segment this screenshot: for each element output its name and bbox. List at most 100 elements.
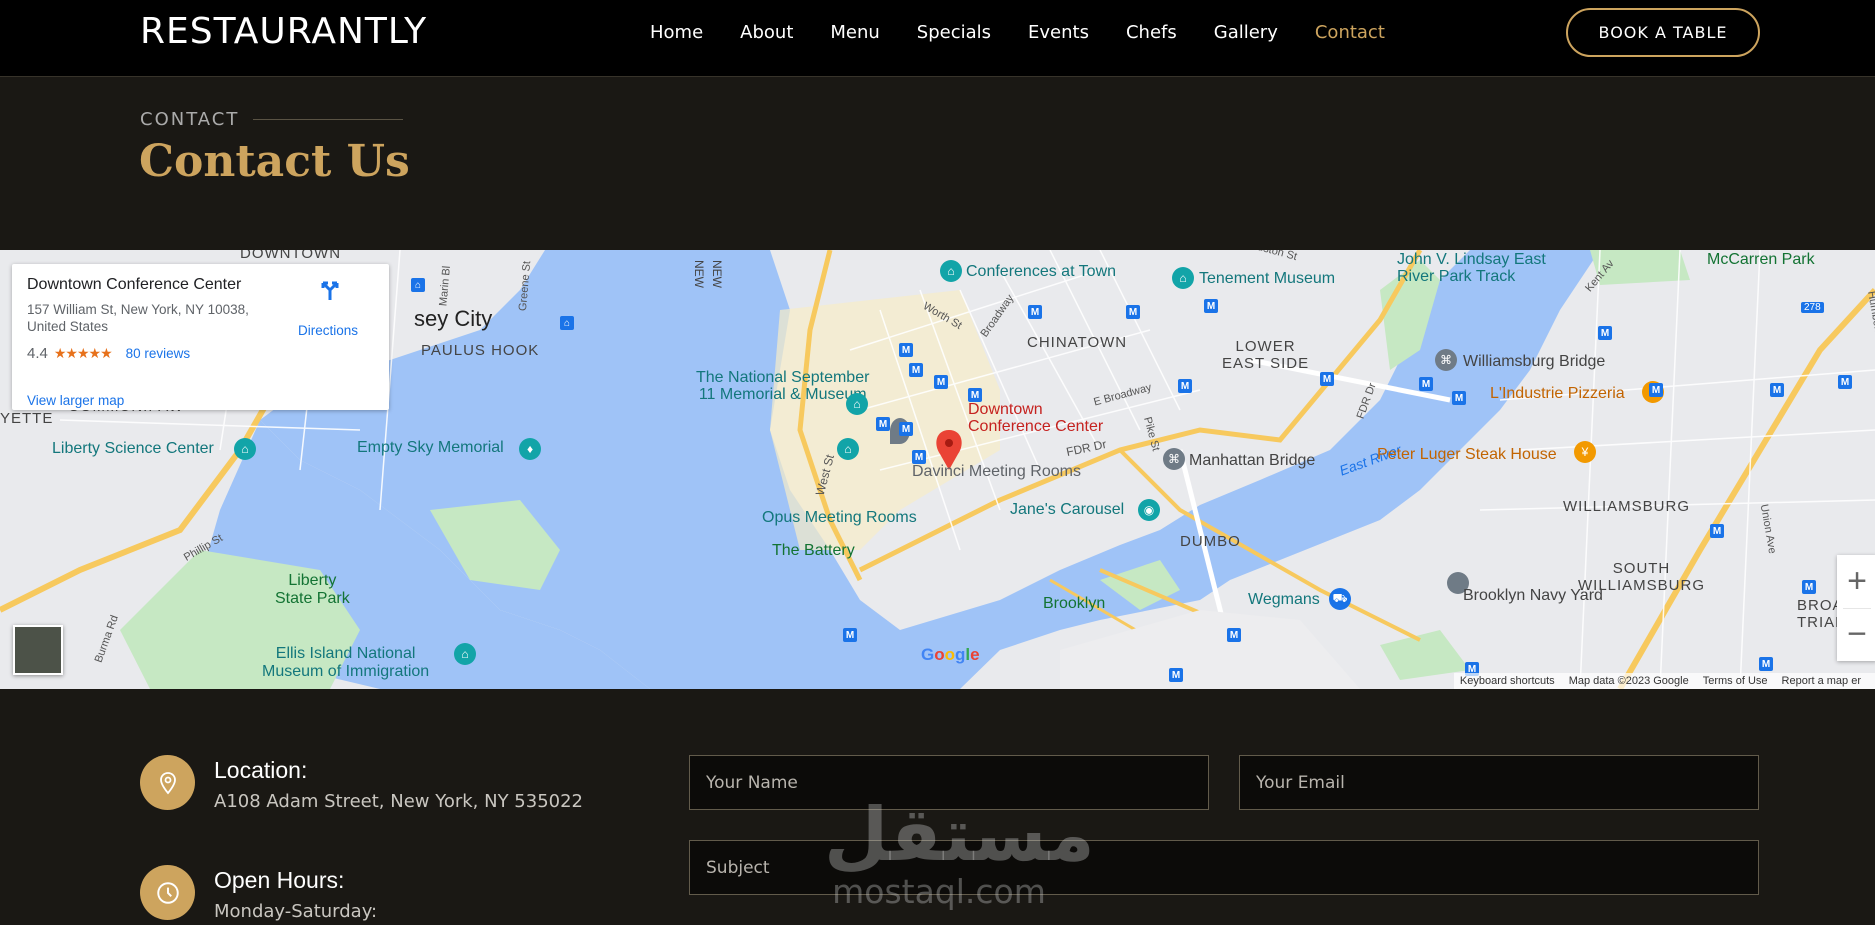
map-label-yette: YETTE (0, 410, 54, 427)
shopping-cart-icon: ⛟ (1329, 588, 1351, 610)
lindsay-line1: John V. Lindsay East (1397, 251, 1546, 268)
hours-text: Monday-Saturday: (214, 901, 378, 922)
report-error-link[interactable]: Report a map er (1782, 675, 1861, 687)
satellite-toggle[interactable] (13, 625, 63, 675)
metro-icon: M (934, 375, 948, 389)
memorial-line2: 11 Memorial & Museum (698, 386, 867, 403)
zoom-divider (1843, 608, 1871, 609)
email-input[interactable]: Your Email (1239, 755, 1759, 810)
map-label-peter-luger: Peter Luger Steak House (1377, 446, 1557, 463)
page-title: Contact Us (139, 136, 410, 187)
monument-icon: ♦ (519, 438, 541, 460)
metro-icon: M (843, 628, 857, 642)
map-label-davinci: Davinci Meeting Rooms (912, 463, 1081, 480)
map-label-opus: Opus Meeting Rooms (762, 509, 917, 526)
map-label-liberty-park: Liberty State Park (275, 572, 350, 608)
memorial-line1: The National September (696, 369, 870, 386)
map-label-lindustrie: L'Industrie Pizzeria (1490, 385, 1625, 402)
south-w-line1: SOUTH (1612, 560, 1671, 577)
metro-icon: M (899, 343, 913, 357)
brand-logo[interactable]: RESTAURANTLY (140, 11, 427, 52)
museum-icon: ⌂ (846, 393, 868, 415)
camera-icon: ◉ (1138, 499, 1160, 521)
place-address: 157 William St, New York, NY 10038, Unit… (27, 302, 249, 334)
map-data-text: Map data ©2023 Google (1568, 675, 1689, 687)
map-label-lindsay-park: John V. Lindsay East River Park Track (1397, 251, 1546, 285)
metro-icon: M (876, 417, 890, 431)
keyboard-shortcuts-link[interactable]: Keyboard shortcuts (1460, 675, 1555, 687)
metro-icon: M (1028, 305, 1042, 319)
metro-icon: M (1710, 524, 1724, 538)
map-label-battery: The Battery (772, 542, 855, 559)
map-label-lower-east-side: LOWER EAST SIDE (1222, 338, 1309, 372)
zoom-controls: + − (1837, 555, 1875, 661)
map-label-ny-1: NEW (692, 260, 706, 288)
section-subtitle: CONTACT (140, 109, 404, 130)
book-table-button[interactable]: BOOK A TABLE (1566, 8, 1760, 57)
bridge-icon: ⌘ (1163, 448, 1185, 470)
nav-gallery[interactable]: Gallery (1214, 20, 1278, 46)
map-attribution: Keyboard shortcuts Map data ©2023 Google… (1453, 673, 1875, 689)
map-label-conferences: Conferences at Town (966, 263, 1117, 280)
bridge-icon: ⌘ (1435, 349, 1457, 371)
map-label-tenement: Tenement Museum (1199, 270, 1336, 287)
directions-link[interactable]: Directions (298, 323, 358, 338)
zoom-out-button[interactable]: − (1837, 608, 1875, 661)
reviews-link[interactable]: 80 reviews (126, 346, 191, 361)
ellis-line1: Ellis Island National (275, 645, 416, 662)
museum-icon: ⌂ (1172, 267, 1194, 289)
metro-icon: M (1452, 391, 1466, 405)
map-label-brooklyn: Brooklyn (1043, 595, 1106, 612)
map-label-jersey-city: sey City (414, 306, 493, 331)
location-pin-icon (140, 755, 195, 810)
museum-icon: ⌂ (454, 643, 476, 665)
nav-home[interactable]: Home (650, 20, 703, 46)
metro-icon: M (899, 422, 913, 436)
nav-about[interactable]: About (740, 20, 793, 46)
nav-specials[interactable]: Specials (917, 20, 991, 46)
place-name: Downtown Conference Center (27, 276, 242, 293)
watermark: مستقل mostaql.com (824, 795, 1095, 925)
nav-contact[interactable]: Contact (1315, 20, 1385, 46)
map-embed[interactable]: sey City PAULUS HOOK COMMUNIPAW YETTE DO… (0, 250, 1875, 689)
directions-icon[interactable] (318, 278, 342, 302)
map-label-south-williamsburg: SOUTH WILLIAMSBURG (1578, 560, 1705, 594)
section-subtitle-text: CONTACT (140, 109, 240, 130)
metro-icon: M (1178, 379, 1192, 393)
map-label-downtown-top: DOWNTOWN (240, 250, 342, 262)
subtitle-divider (253, 119, 404, 120)
metro-icon: M (912, 450, 926, 464)
map-label-mccarren: McCarren Park (1707, 251, 1815, 268)
main-nav: Home About Menu Specials Events Chefs Ga… (650, 20, 1422, 46)
transit-icon: ⌂ (411, 278, 425, 292)
nav-chefs[interactable]: Chefs (1126, 20, 1177, 46)
metro-icon: M (1598, 326, 1612, 340)
lindsay-line2: River Park Track (1397, 268, 1516, 285)
restaurant-icon: ¥ (1574, 441, 1596, 463)
site-header: RESTAURANTLY Home About Menu Specials Ev… (0, 0, 1875, 77)
nav-menu[interactable]: Menu (830, 20, 879, 46)
metro-icon: M (909, 363, 923, 377)
map-label-pin: Downtown Conference Center (968, 401, 1103, 435)
hours-title: Open Hours: (214, 867, 345, 893)
map-label-chinatown: CHINATOWN (1027, 334, 1128, 351)
location-title: Location: (214, 757, 308, 783)
metro-icon: M (1419, 377, 1433, 391)
map-label-ny-2: NEW (710, 260, 724, 288)
metro-icon: M (1802, 580, 1816, 594)
terms-link[interactable]: Terms of Use (1703, 675, 1768, 687)
map-label-williamsburg-bridge: Williamsburg Bridge (1463, 353, 1606, 370)
highway-shield-icon: 278 (1801, 302, 1824, 313)
metro-icon: M (1770, 383, 1784, 397)
map-label-911-memorial: The National September 11 Memorial & Mus… (696, 369, 869, 403)
zoom-in-button[interactable]: + (1837, 555, 1875, 608)
location-text: A108 Adam Street, New York, NY 535022 (214, 791, 583, 812)
map-label-manhattan-bridge: Manhattan Bridge (1189, 452, 1316, 469)
metro-icon: M (1227, 628, 1241, 642)
metro-icon: M (1169, 668, 1183, 682)
map-label-dumbo: DUMBO (1180, 533, 1241, 550)
view-larger-map-link[interactable]: View larger map (27, 393, 124, 408)
nav-events[interactable]: Events (1028, 20, 1089, 46)
map-label-ellis-island: Ellis Island National Museum of Immigrat… (262, 645, 429, 681)
google-logo: Google (921, 645, 980, 664)
